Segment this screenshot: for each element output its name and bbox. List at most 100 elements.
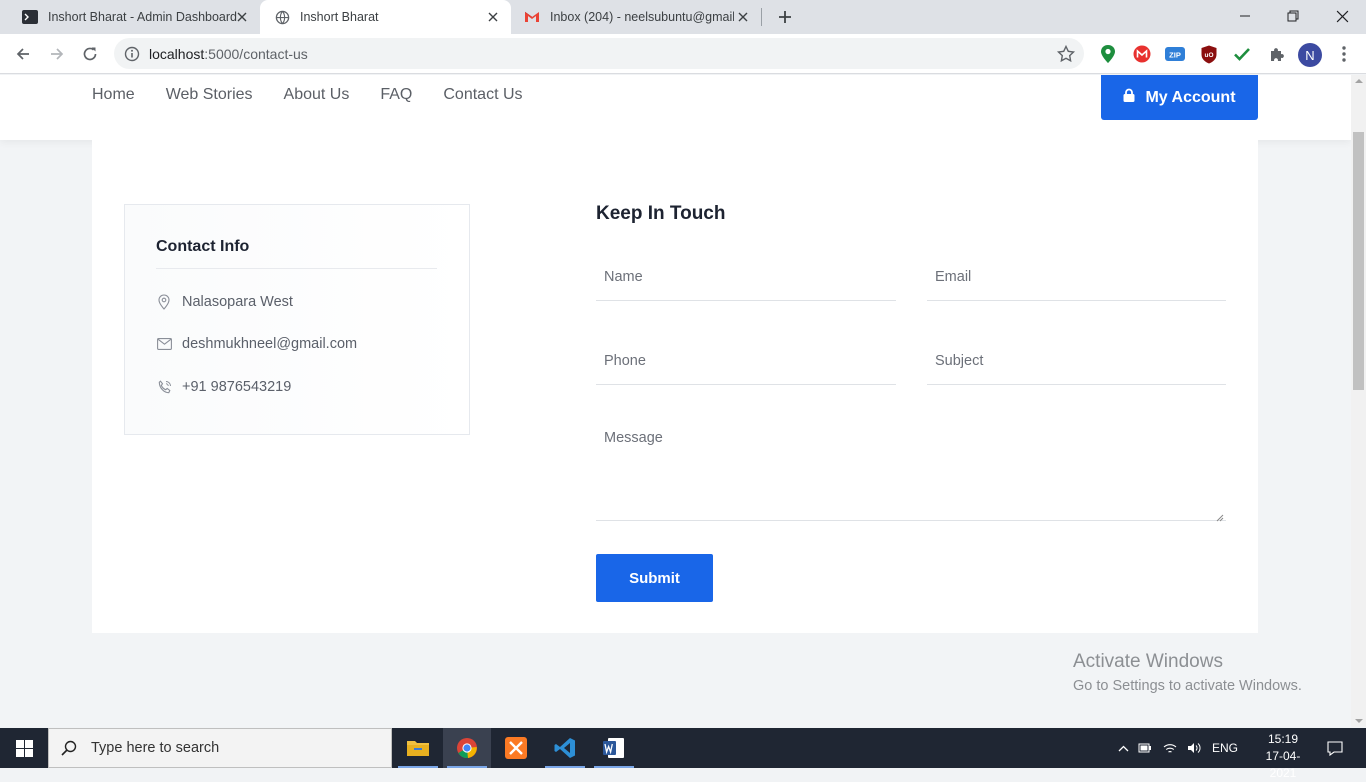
system-tray: ENG — [1114, 728, 1238, 768]
minimize-icon — [1240, 15, 1250, 17]
resize-grip-icon[interactable] — [1216, 510, 1224, 522]
notifications-button[interactable] — [1320, 728, 1350, 768]
battery-icon[interactable] — [1132, 742, 1158, 754]
minimize-button[interactable] — [1222, 0, 1268, 32]
subject-placeholder: Subject — [935, 352, 984, 369]
tab-admin-dashboard[interactable]: Inshort Bharat - Admin Dashboard — [10, 0, 260, 34]
nav-contact-us[interactable]: Contact Us — [443, 86, 522, 104]
windows-taskbar: Type here to search ENG 15:19 17-04-2021 — [0, 728, 1366, 780]
word-icon — [603, 738, 624, 758]
extension-location-icon[interactable] — [1097, 43, 1119, 65]
chevron-up-icon[interactable] — [1114, 745, 1132, 752]
close-tab-icon[interactable] — [234, 9, 250, 25]
email-text[interactable]: deshmukhneel@gmail.com — [182, 336, 357, 352]
lock-icon — [1123, 88, 1135, 107]
reload-button[interactable] — [78, 42, 102, 66]
browser-tab-strip: Inshort Bharat - Admin Dashboard Inshort… — [0, 0, 1366, 34]
arrow-left-icon — [16, 48, 29, 60]
subject-input[interactable]: Subject — [927, 337, 1226, 385]
page-viewport: Home Web Stories About Us FAQ Contact Us… — [0, 75, 1351, 727]
contact-card: Contact Info Nalasopara West deshmukhnee… — [92, 140, 1258, 633]
reload-icon — [83, 47, 97, 61]
xampp-icon — [505, 737, 527, 759]
vscode-button[interactable] — [541, 728, 589, 768]
nav-faq[interactable]: FAQ — [380, 86, 412, 104]
contact-info-box: Contact Info Nalasopara West deshmukhnee… — [124, 204, 470, 435]
extension-m-icon[interactable] — [1131, 43, 1153, 65]
nav-home[interactable]: Home — [92, 86, 135, 104]
info-icon[interactable] — [124, 46, 140, 62]
url-path: :5000/contact-us — [204, 46, 308, 62]
divider — [156, 268, 437, 269]
xampp-button[interactable] — [492, 728, 540, 768]
forward-button[interactable] — [45, 42, 69, 66]
file-explorer-button[interactable] — [394, 728, 442, 768]
submit-button[interactable]: Submit — [596, 554, 713, 602]
network-icon[interactable] — [1158, 742, 1182, 754]
scrollbar-thumb[interactable] — [1353, 132, 1364, 390]
watermark-line2: Go to Settings to activate Windows. — [1073, 678, 1302, 694]
plus-icon — [779, 11, 791, 23]
chrome-taskbar-button[interactable] — [443, 728, 491, 768]
close-icon — [1336, 10, 1348, 22]
nav-about-us[interactable]: About Us — [284, 86, 350, 104]
volume-icon[interactable] — [1182, 742, 1206, 754]
close-tab-icon[interactable] — [485, 9, 501, 25]
tab-title: Inshort Bharat — [300, 10, 379, 24]
clock-date: 17-04-2021 — [1265, 749, 1301, 780]
my-account-label: My Account — [1145, 88, 1236, 106]
address-bar[interactable]: localhost:5000/contact-us — [114, 38, 1084, 69]
puzzle-icon[interactable] — [1265, 43, 1287, 65]
url-text: localhost:5000/contact-us — [149, 46, 308, 62]
scroll-down-icon[interactable] — [1355, 719, 1363, 723]
close-window-button[interactable] — [1319, 0, 1365, 32]
taskbar-search-box[interactable]: Type here to search — [48, 728, 392, 768]
vscode-icon — [554, 738, 575, 758]
chrome-icon — [457, 738, 477, 759]
phone-text[interactable]: +91 9876543219 — [182, 379, 291, 395]
new-tab-button[interactable] — [774, 6, 796, 28]
envelope-icon — [156, 336, 172, 352]
message-placeholder: Message — [604, 430, 663, 446]
page-scrollbar[interactable] — [1351, 75, 1366, 727]
tab-inshort-bharat[interactable]: Inshort Bharat — [260, 0, 511, 34]
word-button[interactable] — [590, 728, 638, 768]
name-input[interactable]: Name — [596, 253, 896, 301]
back-button[interactable] — [11, 42, 35, 66]
message-textarea[interactable]: Message — [596, 415, 1226, 522]
start-button[interactable] — [0, 728, 48, 768]
restore-button[interactable] — [1270, 0, 1316, 32]
search-placeholder: Type here to search — [91, 740, 220, 756]
phone-placeholder: Phone — [604, 352, 646, 369]
tab-divider — [761, 8, 762, 26]
windows-logo-icon — [15, 739, 33, 757]
clock[interactable]: 15:19 17-04-2021 — [1253, 731, 1313, 782]
bookmark-star-icon[interactable] — [1056, 44, 1076, 64]
form-title: Keep In Touch — [596, 203, 726, 224]
activate-windows-watermark: Activate Windows Go to Settings to activ… — [1073, 651, 1302, 694]
phone-input[interactable]: Phone — [596, 337, 896, 385]
ublock-shield-icon[interactable]: uO — [1198, 43, 1220, 65]
location-pin-icon — [156, 294, 172, 310]
scroll-up-icon[interactable] — [1355, 79, 1363, 83]
terminal-icon — [22, 9, 38, 25]
profile-avatar[interactable]: N — [1298, 43, 1322, 67]
address-row: Nalasopara West — [156, 294, 293, 310]
contact-info-heading: Contact Info — [156, 238, 250, 255]
my-account-button[interactable]: My Account — [1101, 75, 1258, 120]
notification-icon — [1327, 740, 1343, 756]
watermark-line1: Activate Windows — [1073, 651, 1223, 672]
more-options-icon[interactable] — [1333, 43, 1355, 65]
nav-web-stories[interactable]: Web Stories — [166, 86, 253, 104]
main-nav: Home Web Stories About Us FAQ Contact Us — [92, 86, 554, 104]
globe-icon — [274, 9, 290, 25]
tab-gmail-inbox[interactable]: Inbox (204) - neelsubuntu@gmail.com — [511, 0, 761, 34]
extension-zip-icon[interactable]: ZIP — [1164, 43, 1186, 65]
close-tab-icon[interactable] — [735, 9, 751, 25]
checkmark-extension-icon[interactable] — [1231, 43, 1253, 65]
email-input[interactable]: Email — [927, 253, 1226, 301]
email-row: deshmukhneel@gmail.com — [156, 336, 357, 352]
svg-text:ZIP: ZIP — [1169, 51, 1181, 60]
restore-icon — [1287, 10, 1299, 22]
language-indicator[interactable]: ENG — [1212, 741, 1238, 755]
